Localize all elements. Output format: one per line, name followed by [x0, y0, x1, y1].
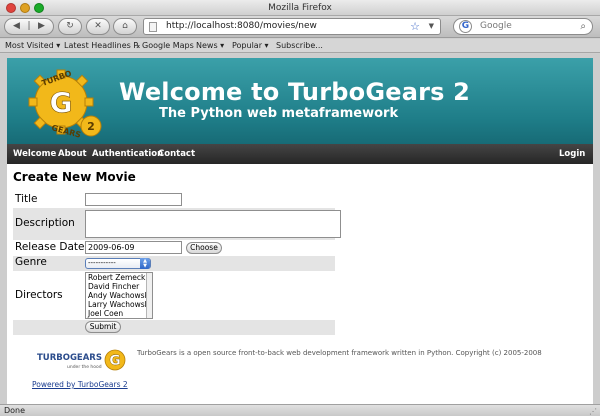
- footer-copyright: TurboGears is a open source front-to-bac…: [137, 349, 542, 357]
- directors-label: Directors: [15, 289, 63, 301]
- forward-arrow-icon: ▶: [38, 21, 45, 31]
- stop-button[interactable]: ✕: [86, 18, 110, 35]
- bookmark-popular[interactable]: Popular ▾: [232, 39, 269, 52]
- reload-icon: ↻: [66, 21, 74, 31]
- form-title: Create New Movie: [13, 170, 136, 184]
- page-title: Welcome to TurboGears 2: [119, 78, 471, 106]
- nav-welcome[interactable]: Welcome: [13, 144, 56, 164]
- status-text: Done: [4, 406, 26, 415]
- search-placeholder: Google: [480, 21, 512, 31]
- reload-button[interactable]: ↻: [58, 18, 82, 35]
- main-nav: Welcome About Authentication Contact Log…: [7, 144, 593, 164]
- directors-option[interactable]: David Fincher: [88, 282, 152, 291]
- bookmark-most-visited[interactable]: Most Visited ▾: [5, 39, 60, 52]
- description-label: Description: [15, 217, 75, 229]
- directors-option[interactable]: Robert Zemeckis: [88, 273, 152, 282]
- logo-g-letter: G: [50, 86, 73, 119]
- url-dropdown-icon[interactable]: ▼: [429, 19, 434, 34]
- nav-login[interactable]: Login: [559, 144, 585, 164]
- listbox-scrollbar[interactable]: [146, 273, 152, 318]
- turbogears-footer-logo: TURBOGEARS under the hood G: [37, 349, 126, 371]
- submit-button[interactable]: Submit: [85, 321, 121, 333]
- back-arrow-icon: ◀: [13, 21, 20, 31]
- form-row-genre: Genre ----------- ▲ ▼: [13, 256, 335, 271]
- directors-option[interactable]: Andy Wachowski: [88, 291, 152, 300]
- page-content: TURBO G GEARS 2 Welcome to TurboGears 2 …: [7, 58, 593, 404]
- back-button[interactable]: ◀: [5, 19, 27, 34]
- form-row-submit: Submit: [13, 320, 335, 335]
- genre-label: Genre: [15, 256, 47, 268]
- select-arrows-icon: ▲ ▼: [140, 258, 150, 269]
- minimize-window-icon[interactable]: [20, 3, 30, 13]
- home-icon: ⌂: [122, 21, 128, 31]
- back-forward-buttons: ◀ | ▶: [4, 18, 54, 35]
- bookmark-news[interactable]: News ▾: [196, 39, 224, 52]
- browser-toolbar: ◀ | ▶ ↻ ✕ ⌂ http://localhost:8080/movies/n…: [0, 16, 600, 38]
- home-button[interactable]: ⌂: [113, 18, 137, 35]
- title-label: Title: [15, 193, 38, 205]
- window-title: Mozilla Firefox: [268, 3, 332, 13]
- forward-button[interactable]: ▶: [31, 19, 53, 34]
- nav-contact[interactable]: Contact: [158, 144, 195, 164]
- powered-by-link[interactable]: Powered by TurboGears 2: [32, 380, 128, 389]
- nav-about[interactable]: About: [58, 144, 87, 164]
- nav-authentication[interactable]: Authentication: [92, 144, 163, 164]
- url-bar[interactable]: http://localhost:8080/movies/new ☆ ▼: [143, 18, 441, 35]
- url-text: http://localhost:8080/movies/new: [166, 21, 317, 31]
- turbogears-logo: TURBO G GEARS 2: [28, 69, 102, 140]
- google-icon[interactable]: G: [459, 20, 472, 33]
- genre-select[interactable]: ----------- ▲ ▼: [85, 258, 151, 269]
- footer-logo-text: TURBOGEARS: [37, 353, 102, 363]
- page-tagline: The Python web metaframework: [159, 106, 399, 121]
- stop-icon: ✕: [94, 21, 102, 31]
- choose-date-button[interactable]: Choose: [186, 242, 222, 254]
- search-icon[interactable]: ⌕: [580, 19, 586, 34]
- bookmark-subscribe[interactable]: Subscribe...: [276, 39, 323, 52]
- release-date-label: Release Date: [15, 241, 85, 253]
- page-icon: [149, 22, 157, 32]
- genre-selected-value: -----------: [88, 259, 116, 267]
- search-input[interactable]: G Google ⌕: [453, 18, 593, 35]
- release-date-input[interactable]: 2009-06-09: [85, 241, 182, 254]
- bookmark-latest-headlines[interactable]: Latest Headlines ℞: [64, 39, 141, 52]
- bookmark-star-icon[interactable]: ☆: [410, 19, 420, 34]
- description-textarea[interactable]: [85, 210, 341, 238]
- form-row-description: Description: [13, 208, 341, 240]
- form-row-release-date: Release Date 2009-06-09 Choose: [13, 240, 335, 256]
- footer-logo-subtitle: under the hood: [67, 364, 102, 370]
- directors-listbox[interactable]: Robert Zemeckis David Fincher Andy Wacho…: [85, 272, 153, 319]
- footer-logo-g: G: [109, 353, 121, 369]
- zoom-window-icon[interactable]: [34, 3, 44, 13]
- form-row-directors: Directors Robert Zemeckis David Fincher …: [13, 271, 335, 320]
- directors-option[interactable]: Larry Wachowski: [88, 300, 152, 309]
- close-window-icon[interactable]: [6, 3, 16, 13]
- title-input[interactable]: [85, 193, 182, 206]
- resize-grip-icon[interactable]: ⋰: [589, 406, 597, 416]
- page-viewport: TURBO G GEARS 2 Welcome to TurboGears 2 …: [0, 54, 600, 404]
- window-titlebar: Mozilla Firefox: [0, 0, 600, 16]
- header-banner: TURBO G GEARS 2 Welcome to TurboGears 2 …: [7, 58, 593, 144]
- status-bar: Done ⋰: [0, 404, 600, 416]
- directors-option[interactable]: Joel Coen: [88, 309, 152, 318]
- logo-version: 2: [87, 120, 95, 133]
- bookmark-google-maps[interactable]: Google Maps: [142, 39, 194, 52]
- bookmarks-toolbar: Most Visited ▾ Latest Headlines ℞ Google…: [0, 39, 600, 53]
- form-row-title: Title: [13, 192, 335, 208]
